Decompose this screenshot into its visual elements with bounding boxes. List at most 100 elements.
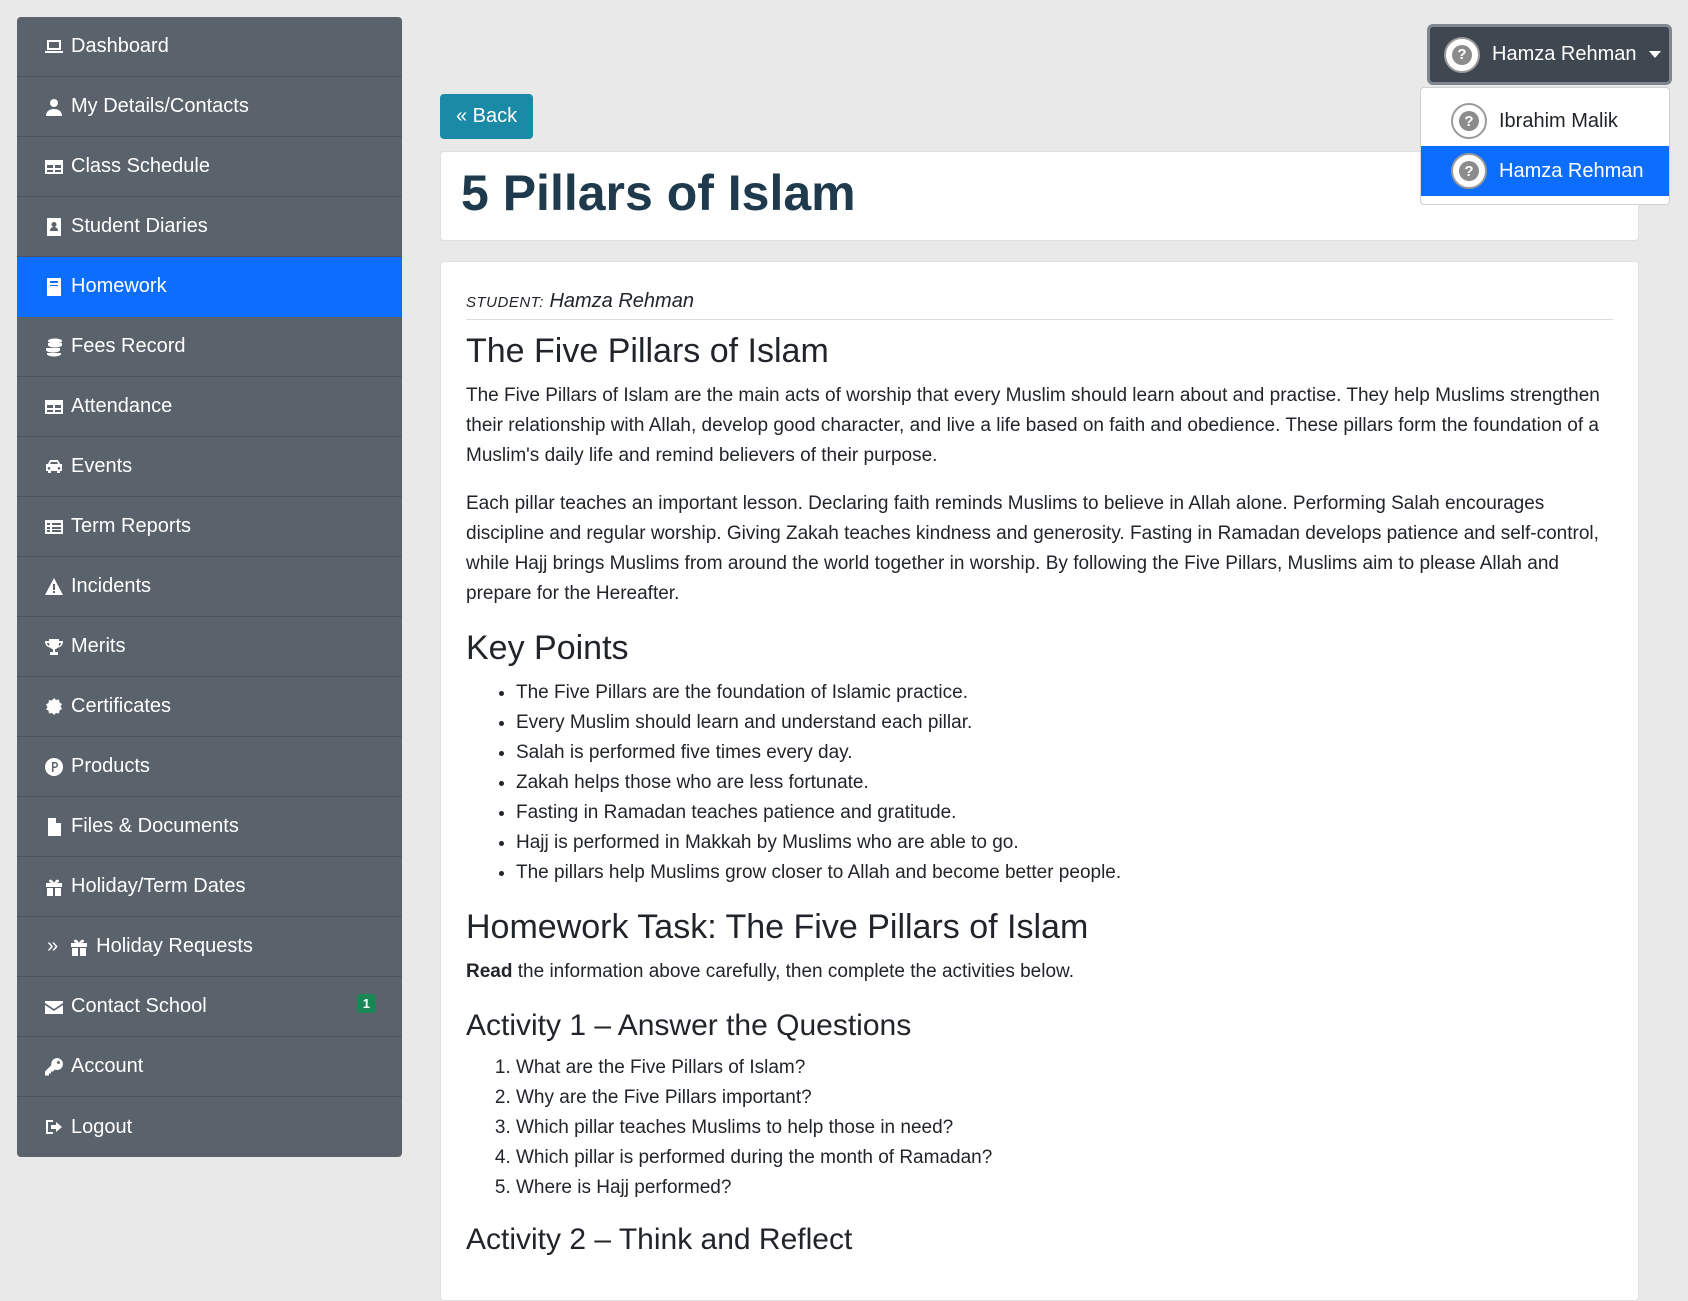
sidebar-item-label: Merits	[71, 635, 126, 657]
list-item: The Five Pillars are the foundation of I…	[516, 678, 1613, 708]
sidebar-item-label: Products	[71, 755, 150, 777]
sidebar-item-incidents[interactable]: Incidents	[17, 557, 402, 617]
sidebar-item-label: Account	[71, 1055, 144, 1077]
sidebar-item-certificates[interactable]: Certificates	[17, 677, 402, 737]
file-icon	[43, 816, 65, 838]
gift-icon	[43, 876, 65, 898]
gift-icon	[68, 936, 90, 958]
product-icon	[43, 756, 65, 778]
sidebar-item-fees-record[interactable]: Fees Record	[17, 317, 402, 377]
double-chevron-right-icon: »	[47, 935, 59, 957]
sidebar-item-label: Files & Documents	[71, 815, 239, 837]
sidebar-item-label: Events	[71, 455, 133, 477]
sidebar-item-contact-school[interactable]: Contact School 1	[17, 977, 402, 1037]
list-item: Salah is performed five times every day.	[516, 738, 1613, 768]
sidebar-item-label: Student Diaries	[71, 215, 208, 237]
sidebar-item-student-diaries[interactable]: Student Diaries	[17, 197, 402, 257]
laptop-icon	[43, 36, 65, 58]
sidebar-item-account[interactable]: Account	[17, 1037, 402, 1097]
task-bold: Read	[466, 961, 513, 982]
sidebar-item-label: Homework	[71, 275, 167, 297]
unread-count-badge: 1	[356, 994, 376, 1013]
dropdown-item-label: Hamza Rehman	[1499, 159, 1644, 182]
sidebar-item-dashboard[interactable]: Dashboard	[17, 17, 402, 77]
sidebar-item-events[interactable]: Events	[17, 437, 402, 497]
sidebar-item-label: Attendance	[71, 395, 173, 417]
caret-down-icon	[1648, 51, 1661, 58]
sidebar-item-label: Holiday/Term Dates	[71, 875, 246, 897]
student-line: STUDENT: Hamza Rehman	[466, 290, 1613, 320]
user-dropdown-menu: ? Ibrahim Malik ? Hamza Rehman	[1420, 87, 1670, 205]
dropdown-item-label: Ibrahim Malik	[1499, 109, 1618, 132]
sidebar-item-logout[interactable]: Logout	[17, 1097, 402, 1157]
list-item: The pillars help Muslims grow closer to …	[516, 858, 1613, 888]
avatar: ?	[1451, 103, 1487, 139]
logout-icon	[43, 1116, 65, 1138]
envelope-icon	[43, 996, 65, 1018]
homework-content: STUDENT: Hamza Rehman The Five Pillars o…	[440, 261, 1639, 1301]
avatar: ?	[1451, 153, 1487, 189]
sidebar-item-holiday-term-dates[interactable]: Holiday/Term Dates	[17, 857, 402, 917]
dropdown-item-ibrahim-malik[interactable]: ? Ibrahim Malik	[1421, 96, 1669, 146]
activity-heading: Activity 1 – Answer the Questions	[466, 1009, 912, 1042]
list-item: Hajj is performed in Makkah by Muslims w…	[516, 828, 1613, 858]
student-name: Hamza Rehman	[549, 290, 694, 312]
coins-icon	[43, 336, 65, 358]
current-user-name: Hamza Rehman	[1492, 43, 1637, 65]
activity-heading: Activity 2 – Think and Reflect	[466, 1223, 853, 1256]
key-icon	[43, 1056, 65, 1078]
sidebar-item-label: Contact School	[71, 995, 207, 1017]
book-icon	[43, 276, 65, 298]
question-icon: ?	[1459, 111, 1479, 131]
sidebar-item-label: Incidents	[71, 575, 152, 597]
student-label: STUDENT:	[466, 294, 544, 311]
paragraph: Each pillar teaches an important lesson.…	[466, 493, 1599, 604]
list-item: Zakah helps those who are less fortunate…	[516, 768, 1613, 798]
sidebar-item-merits[interactable]: Merits	[17, 617, 402, 677]
sidebar-item-holiday-requests[interactable]: » Holiday Requests	[17, 917, 402, 977]
page-title: 5 Pillars of Islam	[461, 165, 856, 221]
section-heading: The Five Pillars of Islam	[466, 332, 829, 370]
list-icon	[43, 516, 65, 538]
section-heading: Homework Task: The Five Pillars of Islam	[466, 908, 1089, 946]
sidebar-item-label: Fees Record	[71, 335, 186, 357]
list-item: Every Muslim should learn and understand…	[516, 708, 1613, 738]
list-item: Which pillar is performed during the mon…	[516, 1143, 1613, 1173]
question-icon: ?	[1459, 161, 1479, 181]
list-item: Which pillar teaches Muslims to help tho…	[516, 1113, 1613, 1143]
user-switcher-button[interactable]: ? Hamza Rehman	[1427, 24, 1672, 85]
sidebar-item-label: Certificates	[71, 695, 172, 717]
task-instruction: Read the information above carefully, th…	[466, 957, 1613, 987]
sidebar-item-term-reports[interactable]: Term Reports	[17, 497, 402, 557]
sidebar-item-products[interactable]: Products	[17, 737, 402, 797]
car-icon	[43, 456, 65, 478]
list-item: What are the Five Pillars of Islam?	[516, 1053, 1613, 1083]
section-heading: Key Points	[466, 629, 629, 667]
certificate-icon	[43, 696, 65, 718]
sidebar-item-label: Dashboard	[71, 35, 169, 57]
paragraph: The Five Pillars of Islam are the main a…	[466, 385, 1600, 466]
sidebar-item-label: Class Schedule	[71, 155, 210, 177]
list-item: Fasting in Ramadan teaches patience and …	[516, 798, 1613, 828]
sidebar-item-attendance[interactable]: Attendance	[17, 377, 402, 437]
sidebar-item-homework[interactable]: Homework	[17, 257, 402, 317]
key-points-list: The Five Pillars are the foundation of I…	[466, 678, 1613, 888]
dropdown-item-hamza-rehman[interactable]: ? Hamza Rehman	[1421, 146, 1669, 196]
table-icon	[43, 156, 65, 178]
avatar: ?	[1444, 36, 1480, 73]
warning-icon	[43, 576, 65, 598]
trophy-icon	[43, 636, 65, 658]
sidebar-item-my-details[interactable]: My Details/Contacts	[17, 77, 402, 137]
table-icon	[43, 396, 65, 418]
sidebar-item-class-schedule[interactable]: Class Schedule	[17, 137, 402, 197]
task-text: the information above carefully, then co…	[512, 961, 1074, 982]
back-button[interactable]: « Back	[440, 94, 534, 139]
address-book-icon	[43, 216, 65, 238]
sidebar-item-label: Term Reports	[71, 515, 192, 537]
user-icon	[43, 96, 65, 118]
list-item: Why are the Five Pillars important?	[516, 1083, 1613, 1113]
sidebar-item-files-documents[interactable]: Files & Documents	[17, 797, 402, 857]
sidebar-item-label: Logout	[71, 1115, 133, 1138]
sidebar: Dashboard My Details/Contacts Class Sche…	[17, 17, 402, 1157]
sidebar-item-label: Holiday Requests	[96, 935, 253, 957]
